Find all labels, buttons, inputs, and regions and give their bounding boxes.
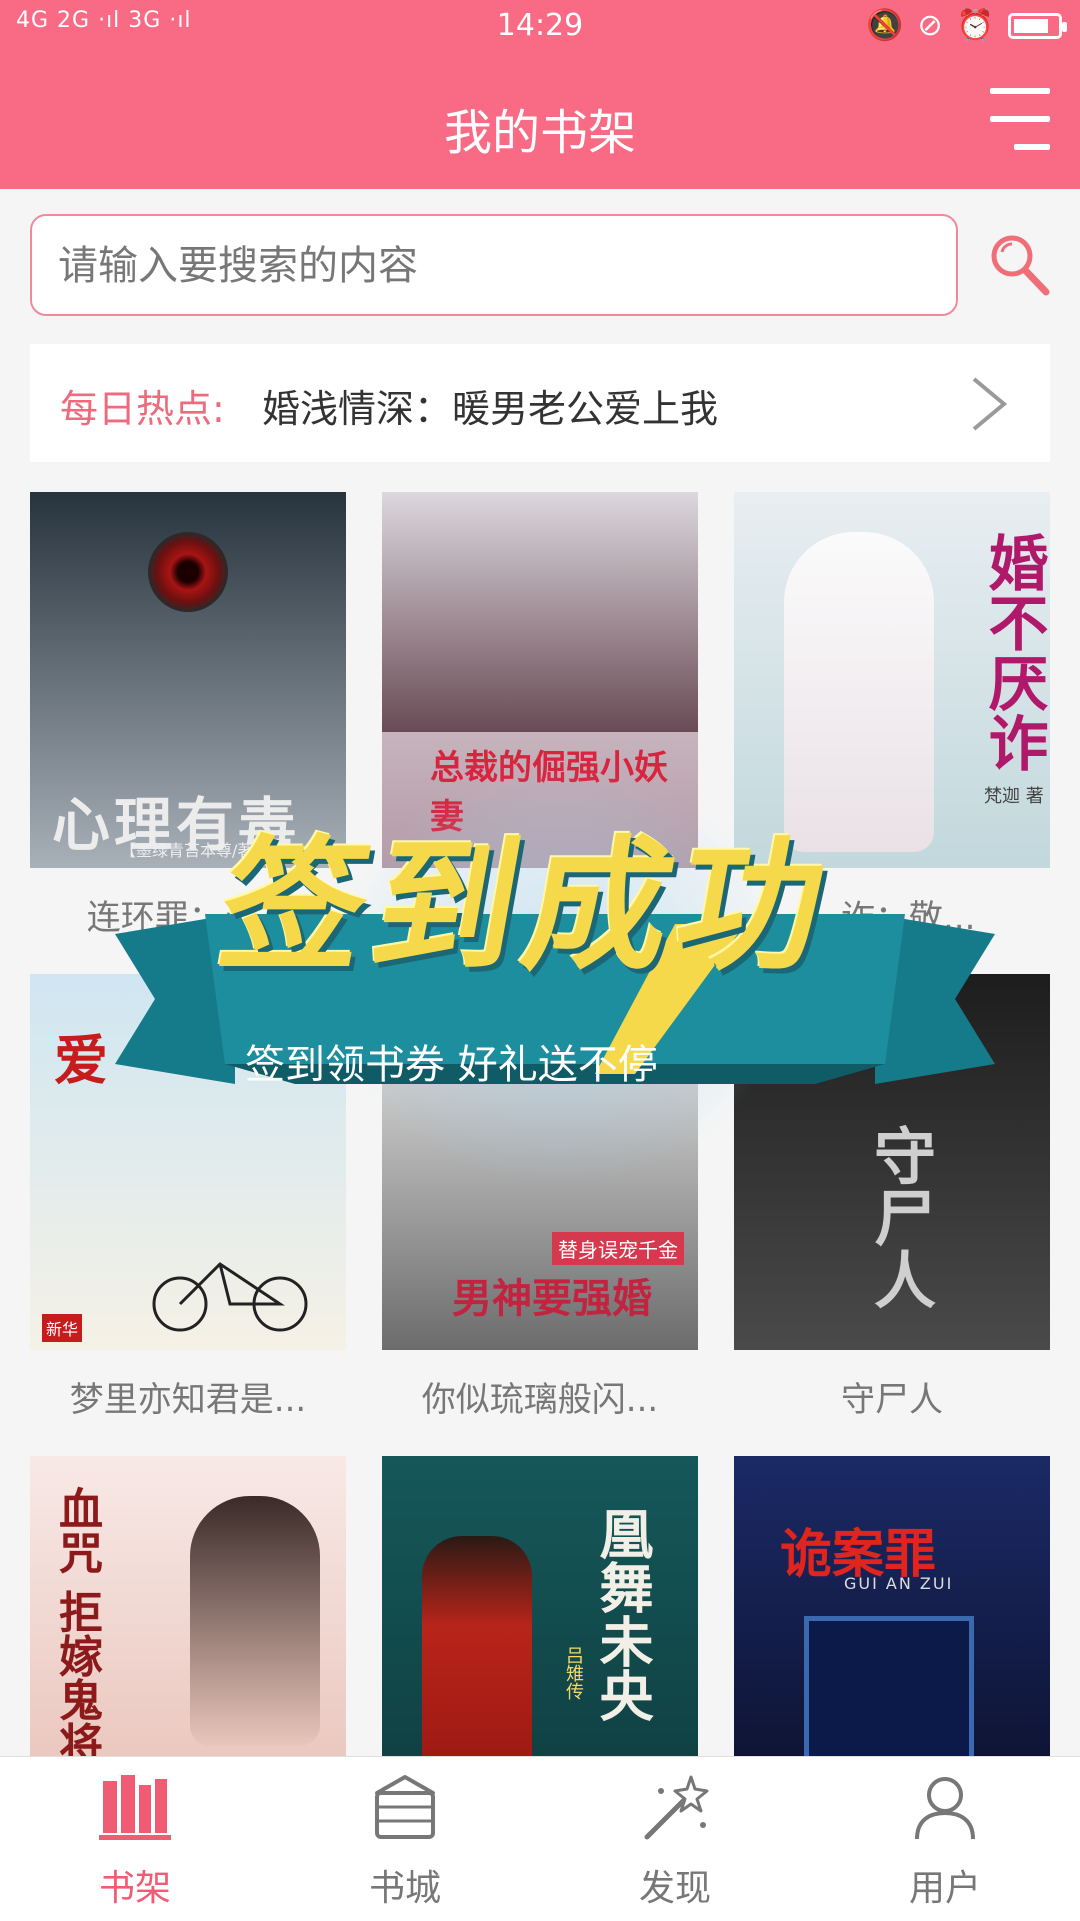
cover-photo (382, 492, 698, 732)
book-title: 守尸人 (841, 1380, 943, 1420)
cover-title: 婚不厌诈 (978, 532, 1048, 772)
popup-subtitle: 签到领书券 好礼送不停 (245, 1042, 658, 1088)
cover-publisher: 新华 (42, 1314, 83, 1342)
eye-illustration (148, 532, 228, 612)
status-bar: 4G 2G ·ıl 3G ·ıl 14:29 🔕 ⊘ ⏰ (0, 0, 1080, 55)
menu-icon[interactable] (990, 88, 1050, 152)
popup-title: 签到成功 (208, 822, 846, 990)
nav-item-discover[interactable]: 发现 (585, 1771, 765, 1911)
nav-item-bookstore[interactable]: 书城 (315, 1771, 495, 1911)
search-box (30, 214, 958, 316)
search-input[interactable] (32, 216, 940, 316)
user-icon (915, 1777, 975, 1840)
nav-label: 书城 (368, 1868, 441, 1909)
nav-label: 发现 (638, 1868, 711, 1909)
book-title: 梦里亦知君是... (69, 1380, 307, 1420)
cover-title: 爱 (54, 1029, 108, 1092)
girl-illustration (190, 1496, 320, 1746)
chevron-right-icon[interactable] (964, 374, 1014, 434)
magic-wand-icon (644, 1775, 709, 1840)
cover-subtitle: 替身误宠千金 (552, 1232, 684, 1265)
lock-rotation-icon: ⊘ (917, 8, 943, 43)
bookshelf-icon (99, 1775, 171, 1840)
nav-item-user[interactable]: 用户 (855, 1771, 1035, 1911)
battery-icon (1008, 12, 1067, 39)
daily-hot-title[interactable]: 婚浅情深：暖男老公爱上我 (262, 378, 718, 433)
status-icons: 🔕 ⊘ ⏰ (866, 8, 1067, 43)
bicycle-illustration (152, 1262, 308, 1332)
cover-title: 凰舞未央 (590, 1506, 653, 1722)
bookstore-icon (375, 1775, 435, 1839)
cover-subtitle: GUI AN ZUI (844, 1574, 954, 1593)
sign-in-success-popup[interactable]: 签到成功 签到领书券 好礼送不停 (115, 770, 995, 1180)
nav-label: 用户 (908, 1868, 981, 1909)
app-header: 我的书架 (0, 55, 1080, 189)
bottom-navigation: 书架 书城 发现 用户 (0, 1756, 1080, 1921)
daily-hot-banner[interactable]: 每日热点: 婚浅情深：暖男老公爱上我 (30, 344, 1050, 462)
search-icon[interactable] (988, 232, 1050, 296)
book-title: 你似琉璃般闪... (421, 1380, 659, 1420)
nav-item-bookshelf[interactable]: 书架 (45, 1771, 225, 1911)
page-title: 我的书架 (443, 105, 636, 161)
notification-off-icon: 🔕 (866, 8, 904, 43)
nav-label: 书架 (98, 1868, 171, 1909)
alarm-icon: ⏰ (956, 8, 994, 43)
daily-hot-label: 每日热点: (60, 387, 225, 431)
cover-title: 男神要强婚 (452, 1276, 652, 1322)
cover-subtitle: 吕雉传 (563, 1646, 584, 1700)
